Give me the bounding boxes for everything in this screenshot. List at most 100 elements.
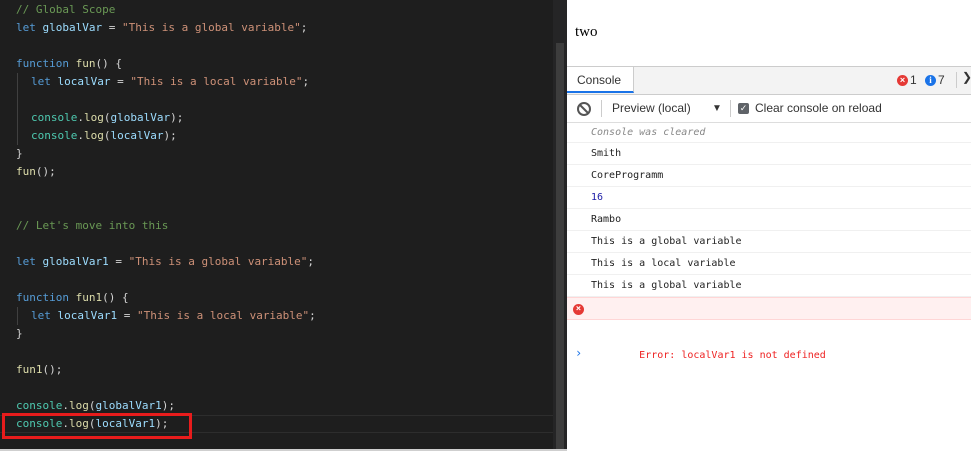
- indent-guide: [17, 307, 18, 325]
- comment-move-into: // Let's move into this: [16, 219, 169, 232]
- console-message: This is a global variable: [567, 231, 971, 253]
- object-name: console: [31, 129, 78, 142]
- punctuation: ;: [309, 309, 316, 322]
- console-toolbar: Preview (local) ▼ ✓ Clear console on rel…: [567, 95, 971, 123]
- keyword: let: [31, 75, 51, 88]
- keyword: function: [16, 291, 69, 304]
- string-literal: "This is a global variable": [121, 21, 301, 34]
- method-name: log: [83, 111, 104, 124]
- punctuation: () {: [95, 57, 122, 70]
- operator: =: [117, 309, 137, 322]
- console-error-message: × Error: localVar1 is not defined: [567, 297, 971, 361]
- console-message: 16: [567, 187, 971, 209]
- clear-console-icon[interactable]: [577, 102, 591, 116]
- code-line-7: console.log(globalVar);: [31, 109, 183, 127]
- error-icon: ×: [897, 74, 908, 86]
- code-line-19: }: [16, 325, 23, 343]
- editor-scrollbar-thumb[interactable]: [556, 43, 564, 451]
- identifier: globalVar1: [95, 399, 162, 412]
- browser-preview-panel: two Console × 1 i 7 ❯ Preview (local) ▼ …: [567, 0, 971, 451]
- punctuation: .: [62, 399, 69, 412]
- punctuation: .: [77, 111, 84, 124]
- context-select[interactable]: Preview (local): [612, 95, 691, 122]
- code-line-17: function fun1() {: [16, 289, 129, 307]
- identifier: globalVar1: [42, 255, 109, 268]
- editor-scrollbar[interactable]: [553, 0, 567, 451]
- divider: [956, 72, 957, 88]
- divider: [601, 100, 602, 117]
- punctuation: ;: [300, 21, 308, 34]
- code-line-13: // Let's move into this: [16, 217, 168, 235]
- console-message: This is a local variable: [567, 253, 971, 275]
- error-counter[interactable]: × 1: [897, 73, 917, 87]
- console-message: Rambo: [567, 209, 971, 231]
- identifier: globalVar: [110, 111, 171, 124]
- chevron-right-icon[interactable]: ❯: [962, 70, 971, 84]
- punctuation: ;: [307, 255, 315, 268]
- info-count: 7: [938, 73, 945, 87]
- clear-on-reload-label[interactable]: Clear console on reload: [755, 95, 882, 122]
- console-prompt[interactable]: ›: [567, 320, 971, 360]
- operator: =: [102, 21, 122, 34]
- identifier: localVar: [57, 75, 111, 88]
- indent-guide: [17, 73, 18, 145]
- punctuation: ();: [35, 165, 56, 178]
- method-name: log: [83, 129, 104, 142]
- devtools-tabbar: Console × 1 i 7 ❯: [567, 67, 971, 95]
- punctuation: }: [16, 327, 23, 340]
- punctuation: }: [16, 147, 23, 160]
- method-name: log: [68, 399, 89, 412]
- code-line-5: let localVar = "This is a local variable…: [31, 73, 309, 91]
- error-count: 1: [910, 73, 917, 87]
- devtools-panel: Console × 1 i 7 ❯ Preview (local) ▼ ✓ Cl…: [567, 66, 971, 451]
- identifier: localVar1: [57, 309, 118, 322]
- console-message: Console was cleared: [567, 123, 971, 143]
- code-line-18: let localVar1 = "This is a local variabl…: [31, 307, 316, 325]
- code-line-9: }: [16, 145, 23, 163]
- code-line-15: let globalVar1 = "This is a global varia…: [16, 253, 314, 271]
- punctuation: ();: [42, 363, 63, 376]
- red-highlight-box: [2, 413, 192, 439]
- code-line-2: let globalVar = "This is a global variab…: [16, 19, 307, 37]
- console-messages: Console was cleared Smith CoreProgramm 1…: [567, 123, 971, 361]
- code-editor[interactable]: // Global Scope let globalVar = "This is…: [0, 0, 553, 451]
- identifier: localVar: [110, 129, 164, 142]
- string-literal: "This is a global variable": [128, 255, 308, 268]
- object-name: console: [16, 399, 63, 412]
- console-message: Smith: [567, 143, 971, 165]
- checkbox-checked-icon[interactable]: ✓: [738, 103, 749, 114]
- comment-global-scope: // Global Scope: [16, 3, 116, 16]
- error-icon: ×: [573, 304, 584, 315]
- code-line-8: console.log(localVar);: [31, 127, 177, 145]
- function-name: fun: [16, 165, 36, 178]
- punctuation: ;: [302, 75, 310, 88]
- tab-console[interactable]: Console: [567, 67, 635, 93]
- punctuation: );: [163, 129, 177, 142]
- console-message: This is a global variable: [567, 275, 971, 297]
- dropdown-arrow-icon[interactable]: ▼: [712, 95, 722, 122]
- info-counter[interactable]: i 7: [925, 73, 945, 87]
- code-line-10: fun();: [16, 163, 56, 181]
- function-name: fun: [75, 57, 96, 70]
- keyword: let: [31, 309, 51, 322]
- error-message-text: Error: localVar1 is not defined: [639, 350, 826, 361]
- keyword: let: [16, 21, 36, 34]
- punctuation: );: [161, 399, 175, 412]
- chevron-right-icon: ›: [575, 346, 583, 360]
- string-literal: "This is a local variable": [130, 75, 303, 88]
- punctuation: );: [170, 111, 184, 124]
- object-name: console: [31, 111, 78, 124]
- operator: =: [108, 255, 129, 268]
- function-name: fun1: [75, 291, 103, 304]
- page-text-two: two: [575, 24, 598, 40]
- punctuation: () {: [102, 291, 129, 304]
- code-line-1: // Global Scope: [16, 1, 115, 19]
- operator: =: [110, 75, 131, 88]
- punctuation: .: [77, 129, 84, 142]
- code-line-4: function fun() {: [16, 55, 122, 73]
- string-literal: "This is a local variable": [136, 309, 310, 322]
- keyword: let: [16, 255, 36, 268]
- keyword: function: [16, 57, 69, 70]
- console-message: CoreProgramm: [567, 165, 971, 187]
- function-name: fun1: [16, 363, 43, 376]
